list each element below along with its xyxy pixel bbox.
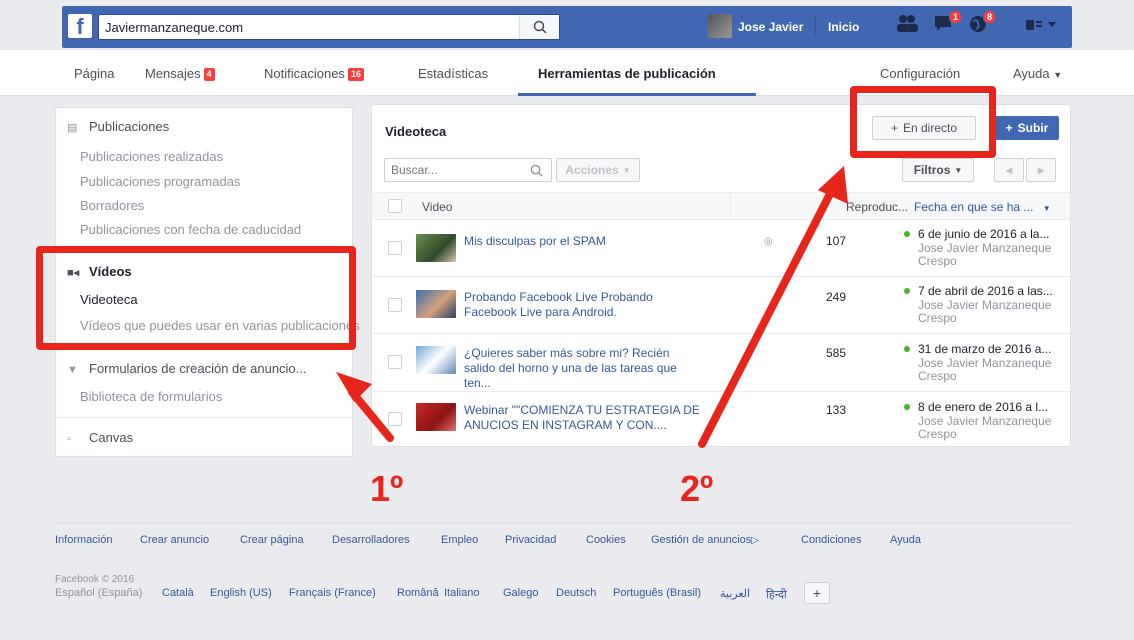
language-link[interactable]: العربية	[720, 587, 750, 600]
footer-link-gestion-anuncios[interactable]: Gestión de anuncios▷	[651, 534, 759, 546]
language-link[interactable]: हिन्दी	[766, 587, 787, 602]
language-link[interactable]: Deutsch	[556, 587, 596, 599]
footer-link-privacidad[interactable]: Privacidad	[505, 534, 556, 546]
footer-link-desarrolladores[interactable]: Desarrolladores	[332, 534, 410, 546]
footer-link-informacion[interactable]: Información	[55, 534, 112, 546]
language-link[interactable]: Français (France)	[289, 587, 376, 599]
footer-link-label: Gestión de anuncios	[651, 534, 752, 546]
footer-link-empleo[interactable]: Empleo	[441, 534, 478, 546]
step-two-label: 2º	[680, 468, 714, 509]
footer-link-crear-anuncio[interactable]: Crear anuncio	[140, 534, 209, 546]
footer-link-ayuda[interactable]: Ayuda	[890, 534, 921, 546]
step-one-label: 1º	[370, 468, 404, 509]
footer-link-condiciones[interactable]: Condiciones	[801, 534, 862, 546]
language-link[interactable]: Português (Brasil)	[613, 587, 701, 599]
language-link[interactable]: English (US)	[210, 587, 272, 599]
arrow-2	[698, 166, 848, 448]
language-link[interactable]: Română	[397, 587, 439, 599]
language-link[interactable]: Italiano	[444, 587, 479, 599]
arrow-1	[336, 372, 394, 442]
divider	[55, 522, 1071, 523]
language-link[interactable]: Català	[162, 587, 194, 599]
ad-choices-icon: ▷	[751, 535, 759, 546]
more-languages-button[interactable]: +	[804, 582, 830, 604]
footer-link-crear-pagina[interactable]: Crear página	[240, 534, 304, 546]
copyright: Facebook © 2016	[55, 574, 135, 585]
language-current: Español (España)	[55, 587, 143, 599]
footer-link-cookies[interactable]: Cookies	[586, 534, 626, 546]
language-link[interactable]: Galego	[503, 587, 538, 599]
